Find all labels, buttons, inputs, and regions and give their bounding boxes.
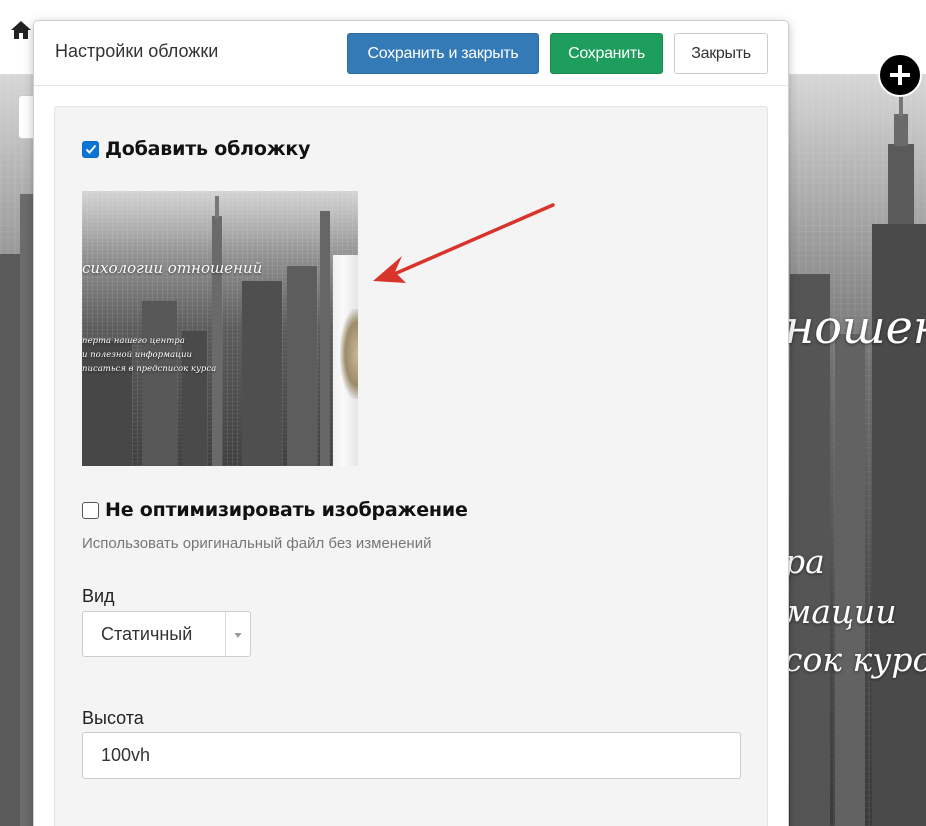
red-arrow-icon [373,203,555,283]
